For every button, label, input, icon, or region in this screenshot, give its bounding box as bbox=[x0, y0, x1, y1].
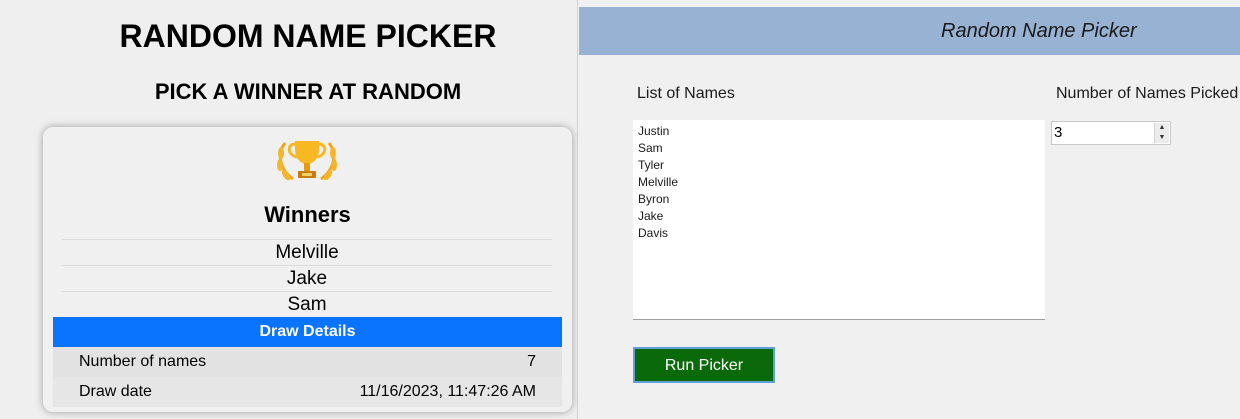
list-item: Davis bbox=[638, 226, 669, 240]
winner-item: Jake bbox=[62, 265, 552, 291]
detail-value: 7 bbox=[527, 353, 536, 370]
winner-list: Melville Jake Sam bbox=[62, 239, 552, 317]
count-spinner[interactable]: 3 ▲ ▼ bbox=[1051, 121, 1171, 145]
names-textbox[interactable]: Justin Sam Tyler Melville Byron Jake Dav… bbox=[633, 120, 1045, 320]
winner-item: Sam bbox=[62, 291, 552, 317]
page-title: RANDOM NAME PICKER bbox=[119, 18, 497, 54]
winners-heading: Winners bbox=[264, 202, 351, 227]
spinner-down-icon[interactable]: ▼ bbox=[1155, 133, 1169, 143]
detail-label: Draw date bbox=[79, 383, 152, 400]
detail-row-count: Number of names 7 bbox=[53, 347, 562, 377]
list-item: Jake bbox=[638, 209, 664, 223]
app-title-bar: Random Name Picker bbox=[579, 7, 1240, 55]
list-item: Sam bbox=[638, 141, 663, 155]
app-window: Random Name Picker List of Names Number … bbox=[577, 0, 1240, 419]
list-item: Tyler bbox=[638, 158, 665, 172]
count-label: Number of Names Picked bbox=[1056, 85, 1239, 102]
winners-card: Winners Melville Jake Sam Draw Details N… bbox=[43, 127, 572, 412]
list-item: Byron bbox=[638, 192, 670, 206]
draw-details-header: Draw Details bbox=[53, 317, 562, 347]
names-list-label: List of Names bbox=[637, 85, 735, 102]
app-title: Random Name Picker bbox=[941, 20, 1137, 42]
count-value[interactable]: 3 bbox=[1054, 124, 1062, 141]
spinner-buttons: ▲ ▼ bbox=[1154, 123, 1169, 143]
detail-row-date: Draw date 11/16/2023, 11:47:26 AM bbox=[53, 377, 562, 407]
detail-value: 11/16/2023, 11:47:26 AM bbox=[359, 383, 536, 400]
detail-label: Number of names bbox=[79, 353, 207, 370]
page-subtitle: PICK A WINNER AT RANDOM bbox=[154, 79, 462, 104]
winner-item: Melville bbox=[62, 239, 552, 265]
web-panel: RANDOM NAME PICKER PICK A WINNER AT RAND… bbox=[0, 0, 577, 419]
list-item: Justin bbox=[638, 124, 670, 138]
list-item: Melville bbox=[638, 175, 679, 189]
run-picker-button[interactable]: Run Picker bbox=[633, 347, 775, 383]
trophy-icon bbox=[277, 141, 337, 181]
